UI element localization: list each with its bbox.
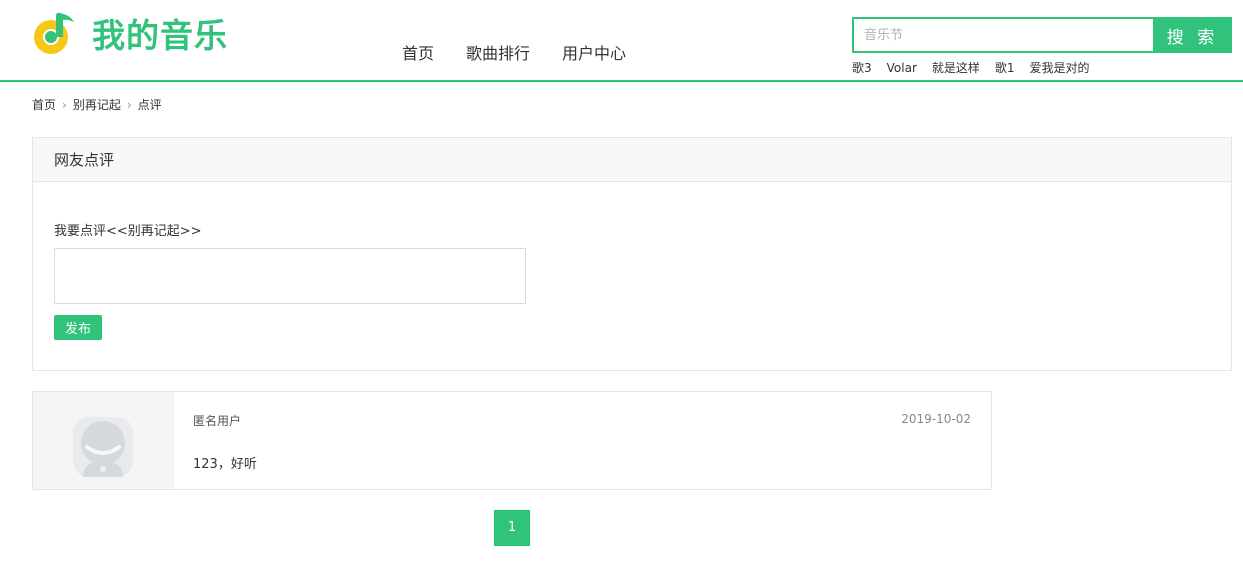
hot-keywords: 歌3 Volar 就是这样 歌1 爱我是对的 (852, 60, 1105, 76)
hot-keyword[interactable]: 歌3 (852, 60, 872, 76)
search-button[interactable]: 搜 索 (1153, 17, 1232, 53)
hot-keyword[interactable]: 就是这样 (932, 60, 980, 76)
pagination-page-1[interactable]: 1 (494, 510, 530, 546)
chevron-right-icon: › (62, 97, 67, 112)
logo[interactable]: 我的音乐 (32, 10, 228, 56)
nav-item-home[interactable]: 首页 (386, 42, 450, 66)
main-nav: 首页 歌曲排行 用户中心 (386, 42, 642, 66)
avatar-area (33, 392, 174, 489)
publish-button[interactable]: 发布 (54, 315, 102, 340)
comment-username: 匿名用户 (193, 414, 242, 428)
music-note-logo-icon (34, 12, 74, 54)
review-panel: 网友点评 我要点评<<别再记起>> 发布 (32, 137, 1232, 371)
review-prompt: 我要点评<<别再记起>> (54, 224, 202, 239)
comment-item: 匿名用户 2019-10-02 123，好听 (32, 391, 992, 490)
comment-text: 123，好听 (193, 457, 257, 472)
review-textarea[interactable] (54, 248, 526, 304)
hot-keyword[interactable]: 歌1 (995, 60, 1015, 76)
site-header: 我的音乐 首页 歌曲排行 用户中心 搜 索 歌3 Volar 就是这样 歌1 爱… (0, 0, 1243, 82)
hot-keyword[interactable]: Volar (887, 60, 917, 76)
site-name: 我的音乐 (92, 16, 228, 55)
search-input[interactable] (852, 17, 1153, 53)
chevron-right-icon: › (126, 97, 132, 112)
comment-date: 2019-10-02 (901, 412, 971, 426)
review-panel-title: 网友点评 (33, 138, 1231, 182)
default-avatar-icon (73, 417, 133, 477)
breadcrumb: 首页 › 别再记起 › 点评 (32, 96, 162, 113)
breadcrumb-home[interactable]: 首页 (32, 96, 56, 113)
nav-item-user-center[interactable]: 用户中心 (546, 42, 642, 66)
breadcrumb-song[interactable]: 别再记起 (73, 96, 121, 113)
breadcrumb-current: 点评 (137, 98, 162, 112)
nav-item-ranking[interactable]: 歌曲排行 (450, 42, 546, 66)
search-bar: 搜 索 (852, 17, 1232, 53)
hot-keyword[interactable]: 爱我是对的 (1030, 60, 1090, 76)
